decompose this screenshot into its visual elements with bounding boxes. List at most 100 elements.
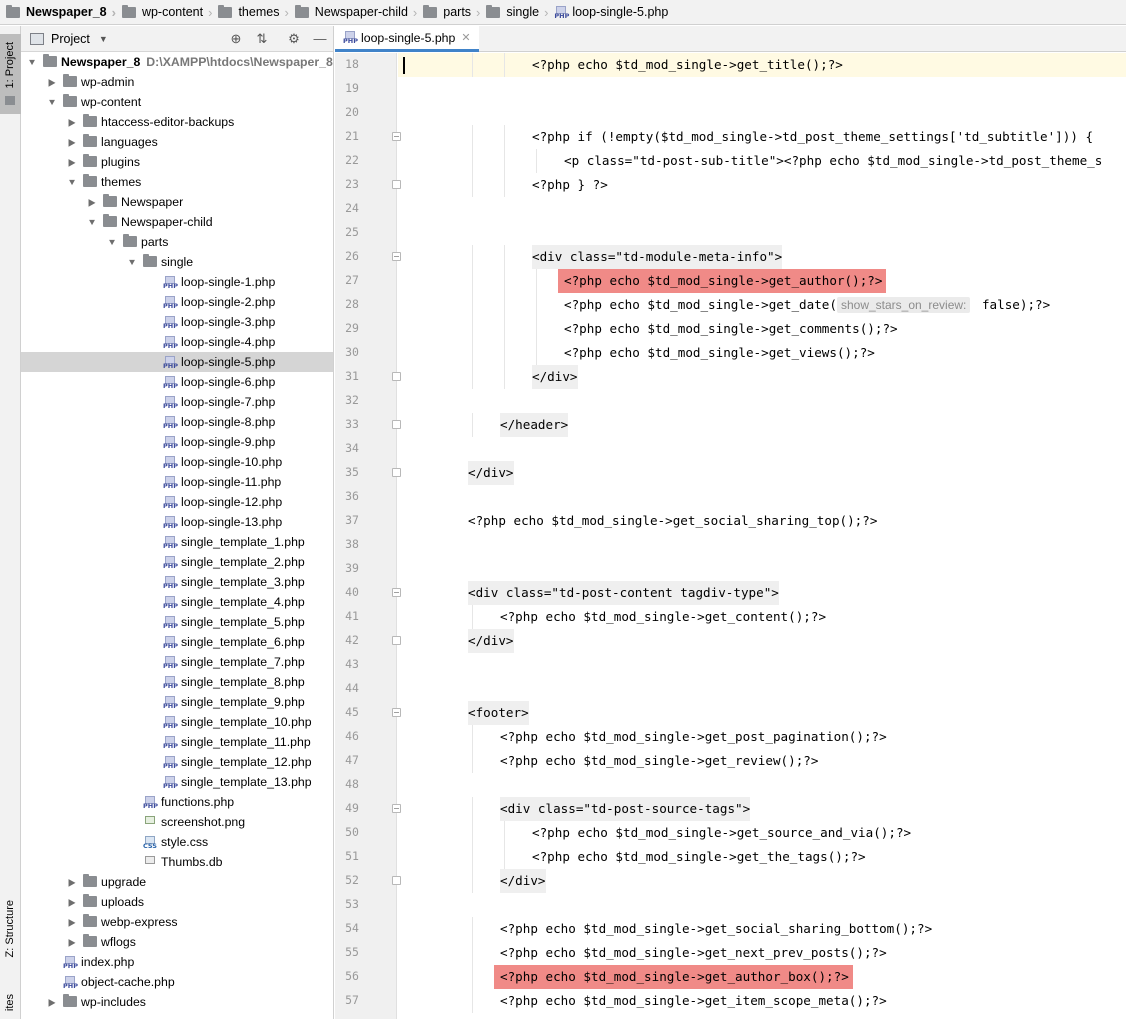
breadcrumb-item[interactable]: parts › [423,0,486,24]
chevron-right-icon[interactable]: ▶ [67,131,77,153]
code-line[interactable]: <?php echo $td_mod_single->get_date(show… [398,293,1126,317]
breadcrumb-item[interactable]: PHP loop-single-5.php [554,0,668,24]
code-line[interactable] [398,389,1126,413]
tree-file-row[interactable]: PHP functions.php [21,792,333,812]
tree-folder-row[interactable]: ▼ themes [21,172,333,192]
code-line[interactable]: <?php echo $td_mod_single->get_content()… [398,605,1126,629]
chevron-down-icon[interactable]: ▼ [47,92,58,112]
code-line[interactable] [398,557,1126,581]
code-line[interactable]: <?php echo $td_mod_single->get_title();?… [398,53,1126,77]
code-area[interactable]: <?php echo $td_mod_single->get_title();?… [398,53,1126,1019]
close-icon[interactable]: ✕ [461,31,470,44]
tree-file-row[interactable]: PHP loop-single-12.php [21,492,333,512]
tree-file-row[interactable]: PHP single_template_12.php [21,752,333,772]
tree-file-row[interactable]: PHP single_template_4.php [21,592,333,612]
tree-file-row[interactable]: PHP single_template_6.php [21,632,333,652]
code-line[interactable] [398,893,1126,917]
tree-file-row[interactable]: PHP loop-single-5.php [21,352,333,372]
code-line[interactable] [398,773,1126,797]
code-line[interactable] [398,77,1126,101]
tree-folder-row[interactable]: ▶ languages [21,131,333,153]
tree-file-row[interactable]: PHP single_template_9.php [21,692,333,712]
code-line[interactable]: </div> [398,365,1126,389]
code-line[interactable] [398,437,1126,461]
gear-icon[interactable]: ⚙ [285,30,303,48]
code-line[interactable] [398,485,1126,509]
tree-file-row[interactable]: PHP loop-single-13.php [21,512,333,532]
tree-file-row[interactable]: PHP loop-single-8.php [21,412,333,432]
tree-file-row[interactable]: PHP loop-single-3.php [21,312,333,332]
tree-folder-row[interactable]: ▶ upgrade [21,871,333,893]
code-line[interactable]: </div> [398,461,1126,485]
breadcrumb-item[interactable]: themes › [218,0,294,24]
code-line[interactable]: <?php echo $td_mod_single->get_author_bo… [398,965,1126,989]
tree-file-row[interactable]: PHP single_template_1.php [21,532,333,552]
code-line[interactable]: <?php echo $td_mod_single->get_views();?… [398,341,1126,365]
tree-folder-row[interactable]: ▼ wp-content [21,92,333,112]
tree-file-row[interactable]: PHP single_template_2.php [21,552,333,572]
chevron-down-icon[interactable]: ▼ [87,212,98,232]
tree-file-row[interactable]: PHP single_template_7.php [21,652,333,672]
code-line[interactable] [398,221,1126,245]
tree-file-row[interactable]: PHP single_template_13.php [21,772,333,792]
favorites-tool-tab[interactable]: ites [0,992,21,1019]
tree-folder-row[interactable]: ▶ uploads [21,891,333,913]
code-line[interactable]: <?php echo $td_mod_single->get_author();… [398,269,1126,293]
chevron-down-icon[interactable]: ▼ [67,172,78,192]
structure-tool-tab[interactable]: Z: Structure [0,896,21,966]
breadcrumb-item[interactable]: wp-content › [121,0,219,24]
chevron-right-icon[interactable]: ▶ [67,111,77,133]
code-line[interactable]: <div class="td-module-meta-info"> [398,245,1126,269]
tree-file-row[interactable]: screenshot.png [21,812,333,832]
code-line[interactable]: <p class="td-post-sub-title"><?php echo … [398,149,1126,173]
code-line[interactable]: </div> [398,629,1126,653]
tree-folder-row[interactable]: ▶ htaccess-editor-backups [21,111,333,133]
breadcrumb-item[interactable]: Newspaper_8 › [6,0,122,24]
tree-file-row[interactable]: CSS style.css [21,832,333,852]
tree-file-row[interactable]: PHP loop-single-10.php [21,452,333,472]
tree-file-row[interactable]: PHP loop-single-4.php [21,332,333,352]
breadcrumb-item[interactable]: single › [486,0,554,24]
code-line[interactable]: <?php echo $td_mod_single->get_source_an… [398,821,1126,845]
project-tool-tab[interactable]: 1: Project [0,34,21,114]
code-line[interactable] [398,101,1126,125]
chevron-right-icon[interactable]: ▶ [67,911,77,933]
chevron-right-icon[interactable]: ▶ [67,151,77,173]
chevron-right-icon[interactable]: ▶ [47,71,57,93]
code-line[interactable]: <footer> [398,701,1126,725]
code-line[interactable]: <?php echo $td_mod_single->get_comments(… [398,317,1126,341]
tree-folder-row[interactable]: ▶ plugins [21,151,333,173]
tree-file-row[interactable]: PHP object-cache.php [21,972,333,992]
tree-folder-row[interactable]: ▼ Newspaper-child [21,212,333,232]
code-line[interactable] [398,677,1126,701]
tree-file-row[interactable]: PHP single_template_3.php [21,572,333,592]
code-line[interactable]: <?php echo $td_mod_single->get_review();… [398,749,1126,773]
code-line[interactable]: </div> [398,869,1126,893]
tree-folder-row[interactable]: ▶ wp-admin [21,71,333,93]
code-line[interactable]: <?php echo $td_mod_single->get_item_scop… [398,989,1126,1013]
tree-file-row[interactable]: Thumbs.db [21,852,333,872]
chevron-down-icon[interactable]: ▼ [107,232,118,252]
breadcrumb-item[interactable]: Newspaper-child › [294,0,423,24]
tree-file-row[interactable]: PHP single_template_5.php [21,612,333,632]
chevron-right-icon[interactable]: ▶ [67,891,77,913]
tree-file-row[interactable]: PHP index.php [21,952,333,972]
chevron-right-icon[interactable]: ▶ [47,991,57,1013]
code-line[interactable]: <?php if (!empty($td_mod_single->td_post… [398,125,1126,149]
code-line[interactable] [398,653,1126,677]
chevron-right-icon[interactable]: ▶ [67,871,77,893]
tree-folder-row[interactable]: ▶ wp-includes [21,991,333,1013]
chevron-down-icon[interactable]: ▼ [27,52,38,72]
code-line[interactable]: <?php echo $td_mod_single->get_the_tags(… [398,845,1126,869]
tree-file-row[interactable]: PHP loop-single-2.php [21,292,333,312]
tree-folder-row[interactable]: ▶ Newspaper [21,192,333,212]
code-line[interactable] [398,197,1126,221]
code-line[interactable]: <?php echo $td_mod_single->get_next_prev… [398,941,1126,965]
chevron-right-icon[interactable]: ▶ [67,931,77,953]
code-line[interactable]: <div class="td-post-source-tags"> [398,797,1126,821]
code-line[interactable]: <?php echo $td_mod_single->get_social_sh… [398,917,1126,941]
chevron-down-icon[interactable]: ▼ [127,252,138,272]
tree-file-row[interactable]: PHP single_template_11.php [21,732,333,752]
chevron-down-icon[interactable]: ▼ [99,34,108,44]
tree-file-row[interactable]: PHP loop-single-1.php [21,272,333,292]
